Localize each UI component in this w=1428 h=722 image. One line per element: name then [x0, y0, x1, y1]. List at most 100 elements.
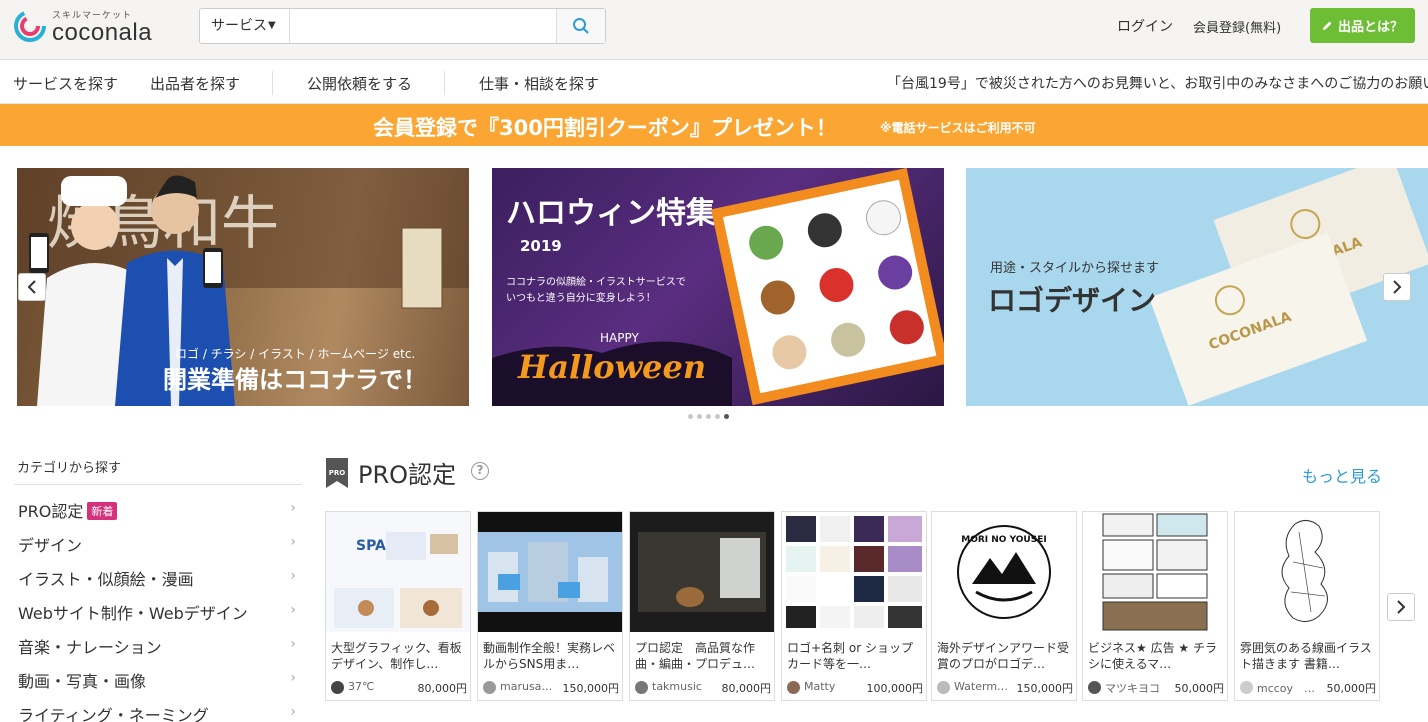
carousel-dot-active[interactable] [724, 414, 729, 419]
service-thumbnail [1083, 512, 1227, 632]
service-meta: marusa… 150,000円 [483, 680, 619, 696]
help-icon[interactable]: ? [471, 462, 489, 480]
carousel-dot[interactable] [715, 414, 720, 419]
pencil-icon [1322, 21, 1332, 30]
coconala-logo[interactable]: スキルマーケット coconala [14, 6, 174, 50]
seller-name[interactable]: marusa… [500, 680, 560, 693]
search-button[interactable] [556, 9, 605, 43]
sidebar-item-pro[interactable]: PRO認定 新着 › [18, 498, 298, 524]
cards-next-button[interactable] [1387, 593, 1415, 621]
nav-divider [444, 71, 445, 95]
see-more-link[interactable]: もっと見る [1302, 463, 1382, 487]
avatar [1088, 681, 1101, 694]
halloween-desc-line1: ココナラの似顔絵・イラストサービスで [506, 275, 686, 288]
new-badge: 新着 [87, 502, 118, 520]
service-price: 80,000円 [721, 682, 772, 695]
search-bar: サービス ▼ [199, 8, 606, 44]
carousel-dot[interactable] [697, 414, 702, 419]
avatar [787, 681, 800, 694]
register-link[interactable]: 会員登録(無料) [1193, 17, 1281, 36]
search-input[interactable] [291, 9, 557, 43]
service-meta: 37℃ 80,000円 [331, 680, 467, 696]
halloween-desc-line2: いつもと違う自分に変身しよう！ [506, 291, 656, 304]
pro-ribbon-icon: PRO [326, 458, 348, 488]
service-card[interactable]: ビジネス★ 広告 ★ チラシに使えるマ… マツキヨコ 50,000円 [1082, 511, 1228, 701]
sidebar-item-illustration[interactable]: イラスト・似顔絵・漫画 › [18, 566, 298, 592]
seller-name[interactable]: マツキヨコ [1105, 680, 1165, 696]
sidebar-item-label: 音楽・ナレーション [18, 638, 162, 657]
service-card[interactable]: プロ認定 高品質な作曲・編曲・プロデュ… takmusic 80,000円 [629, 511, 775, 701]
logo-wordmark: coconala [52, 19, 153, 46]
slide-opening-illustration: 焼鳥和牛 ロゴ / チラシ / イラスト / ホームページ etc. 開業準備は… [17, 168, 469, 406]
service-title: プロ認定 高品質な作曲・編曲・プロデュ… [635, 641, 756, 671]
chevron-right-icon [1397, 600, 1406, 614]
service-title: 動画制作全般！実務レベルからSNS用ま… [483, 641, 616, 671]
slide-opening-caption: ロゴ / チラシ / イラスト / ホームページ etc. [175, 346, 415, 361]
search-icon [573, 18, 589, 34]
carousel-slide-logo-design[interactable]: COCONALA COCONALA 用途・スタイルから探せます ロゴデザイン [966, 168, 1428, 406]
service-price: 100,000円 [866, 682, 924, 695]
promo-note: ※電話サービスはご利用不可 [880, 121, 1036, 135]
service-meta: マツキヨコ 50,000円 [1088, 680, 1224, 696]
search-category-select[interactable]: サービス ▼ [200, 9, 290, 43]
nav-find-jobs[interactable]: 仕事・相談を探す [479, 73, 599, 94]
typhoon-notice-link[interactable]: 「台風19号」で被災された方へのお見舞いと、お取引中のみなさまへのご協力のお願い [887, 73, 1428, 93]
carousel-slide-halloween[interactable]: ハロウィン特集 2019 ココナラの似顔絵・イラストサービスで いつもと違う自分… [492, 168, 944, 406]
carousel-dot[interactable] [706, 414, 711, 419]
halloween-happy: HAPPY [600, 331, 639, 345]
nav-find-services[interactable]: サービスを探す [13, 73, 118, 94]
chevron-right-icon: › [290, 636, 296, 652]
service-card[interactable]: SPA 大型グラフィック、看板デザイン、制作し… 37℃ 80,000円 [325, 511, 471, 701]
svg-text:PRO: PRO [329, 469, 346, 477]
post-button[interactable]: 出品とは？ [1310, 8, 1415, 43]
carousel-next-button[interactable] [1383, 273, 1411, 301]
service-thumbnail [1235, 512, 1379, 632]
chevron-right-icon: › [290, 704, 296, 720]
service-title: 大型グラフィック、看板デザイン、制作し… [331, 641, 462, 671]
svg-text:SPA: SPA [356, 538, 386, 554]
sidebar-item-label: 動画・写真・画像 [18, 672, 147, 691]
sidebar-item-music[interactable]: 音楽・ナレーション › [18, 634, 298, 660]
carousel-dot[interactable] [688, 414, 693, 419]
service-meta: Matty 100,000円 [787, 680, 923, 696]
carousel-prev-button[interactable] [18, 273, 46, 301]
sidebar-item-label: ライティング・ネーミング [18, 706, 209, 722]
sidebar-item-web[interactable]: Webサイト制作・Webデザイン › [18, 600, 298, 626]
post-button-label: 出品とは？ [1337, 20, 1403, 35]
chevron-right-icon: › [290, 534, 296, 550]
svg-text:MORI NO YOUSEI: MORI NO YOUSEI [961, 535, 1046, 545]
service-card[interactable]: ロゴ+名刺 or ショップカード等を一… Matty 100,000円 [781, 511, 927, 701]
seller-name[interactable]: mccoy … [1257, 680, 1317, 696]
login-link[interactable]: ログイン [1117, 16, 1173, 36]
avatar [635, 681, 648, 694]
sidebar-item-design[interactable]: デザイン › [18, 532, 298, 558]
service-title: 雰囲気のある線画イラスト描きます 書籍… [1240, 641, 1372, 671]
service-thumbnail [478, 512, 622, 632]
caret-down-icon: ▼ [268, 20, 276, 31]
seller-name[interactable]: 37℃ [348, 680, 408, 693]
coupon-promo-banner[interactable]: 会員登録で『300円割引クーポン』プレゼント！ ※電話サービスはご利用不可 [0, 104, 1428, 146]
halloween-title: ハロウィン特集 [506, 196, 717, 231]
chevron-left-icon [27, 280, 36, 294]
chevron-right-icon [1393, 280, 1402, 294]
chevron-right-icon: › [290, 500, 296, 516]
main-nav: サービスを探す 出品者を探す 公開依頼をする 仕事・相談を探す 「台風19号」で… [0, 61, 1428, 104]
sidebar-item-video[interactable]: 動画・写真・画像 › [18, 668, 298, 694]
service-card[interactable]: MORI NO YOUSEI 海外デザインアワード受賞のプロがロゴデ… Wate… [931, 511, 1077, 701]
carousel-slide-opening[interactable]: 焼鳥和牛 ロゴ / チラシ / イラスト / ホームページ etc. 開業準備は… [17, 168, 469, 406]
pro-section-title: PRO認定 [358, 461, 457, 489]
chevron-right-icon: › [290, 670, 296, 686]
slide-opening-headline: 開業準備はココナラで！ [163, 366, 427, 394]
seller-name[interactable]: takmusic [652, 680, 712, 693]
nav-post-request[interactable]: 公開依頼をする [307, 73, 412, 94]
sidebar-divider [14, 484, 302, 485]
seller-name[interactable]: Matty [804, 680, 864, 693]
service-thumbnail [782, 512, 926, 632]
seller-name[interactable]: Waterm… [954, 680, 1014, 693]
nav-find-sellers[interactable]: 出品者を探す [150, 73, 240, 94]
sidebar-item-writing[interactable]: ライティング・ネーミング › [18, 702, 298, 722]
slide-halloween-illustration: ハロウィン特集 2019 ココナラの似顔絵・イラストサービスで いつもと違う自分… [492, 168, 944, 406]
service-card[interactable]: 雰囲気のある線画イラスト描きます 書籍… mccoy … 50,000円 [1234, 511, 1380, 701]
service-card[interactable]: 動画制作全般！実務レベルからSNS用ま… marusa… 150,000円 [477, 511, 623, 701]
logo-slide-caption: 用途・スタイルから探せます [990, 260, 1159, 276]
